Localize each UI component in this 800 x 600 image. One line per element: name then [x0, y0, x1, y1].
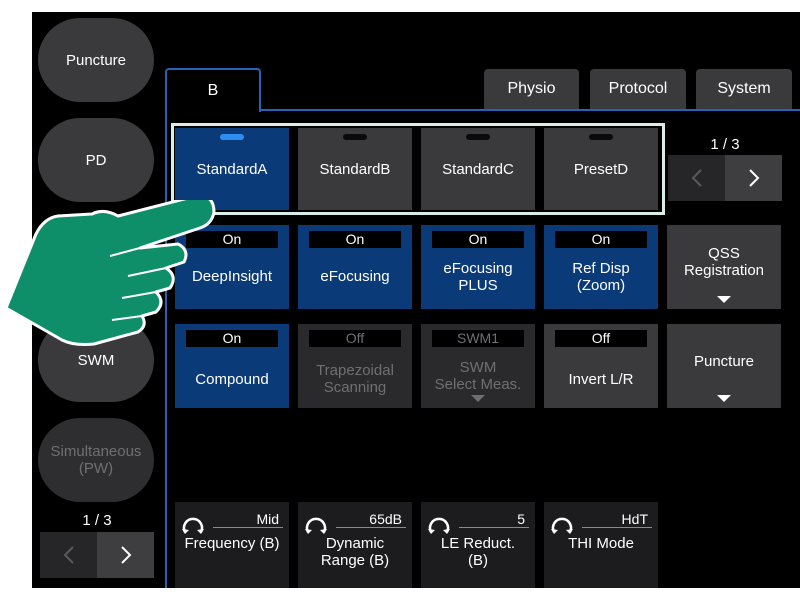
dropdown-triangle-icon [717, 296, 731, 303]
swm-mode-label: SWM [77, 351, 115, 369]
preset-indicator [466, 134, 490, 140]
invert-lr-label: Invert L/R [568, 370, 634, 388]
thi-mode-value: HdT [582, 510, 652, 528]
le-reduct-value: 5 [459, 510, 529, 528]
invert-lr-button[interactable]: Off Invert L/R [544, 324, 658, 408]
trapezoidal-scanning-state: Off [309, 330, 401, 347]
pointing-hand-icon [4, 200, 216, 346]
preset-d-button[interactable]: PresetD [544, 128, 658, 210]
chevron-right-icon [120, 546, 131, 564]
tab-physio[interactable]: Physio [484, 69, 579, 109]
dynamic-range-value: 65dB [336, 510, 406, 528]
frequency-label: Frequency (B) [184, 535, 280, 552]
tab-protocol[interactable]: Protocol [590, 69, 686, 109]
dropdown-triangle-icon [471, 395, 485, 402]
ref-disp-zoom-button[interactable]: On Ref Disp (Zoom) [544, 225, 658, 309]
efocusing-state: On [309, 231, 401, 248]
preset-prev-page-button[interactable] [668, 155, 725, 201]
compound-label: Compound [195, 370, 269, 388]
preset-indicator [343, 134, 367, 140]
chevron-left-icon [691, 169, 702, 187]
tab-b-label: B [207, 82, 219, 99]
frequency-knob[interactable]: Mid Frequency (B) [175, 502, 289, 588]
puncture-side-label: Puncture [693, 352, 755, 370]
left-next-page-button[interactable] [97, 532, 154, 578]
preset-standard-b-button[interactable]: StandardB [298, 128, 412, 210]
preset-label: StandardB [319, 160, 391, 178]
chevron-right-icon [748, 169, 759, 187]
preset-standard-c-button[interactable]: StandardC [421, 128, 535, 210]
ref-disp-zoom-label: Ref Disp (Zoom) [572, 259, 630, 294]
preset-pager [668, 155, 782, 201]
le-reduct-label: LE Reduct. (B) [440, 535, 516, 569]
simultaneous-pw-button[interactable]: Simultaneous (PW) [38, 418, 154, 502]
preset-indicator [589, 134, 613, 140]
knob-icon [305, 517, 327, 534]
simultaneous-pw-label: Simultaneous (PW) [50, 443, 142, 477]
thi-mode-label: THI Mode [568, 535, 634, 552]
left-prev-page-button[interactable] [40, 532, 97, 578]
dropdown-triangle-icon [717, 395, 731, 402]
tab-system[interactable]: System [696, 69, 792, 109]
tab-physio-label: Physio [507, 80, 556, 97]
qss-registration-button[interactable]: QSS Registration [667, 225, 781, 309]
puncture-side-button[interactable]: Puncture [667, 324, 781, 408]
pd-mode-label: PD [85, 151, 107, 169]
trapezoidal-scanning-button[interactable]: Off Trapezoidal Scanning [298, 324, 412, 408]
thi-mode-knob[interactable]: HdT THI Mode [544, 502, 658, 588]
efocusing-plus-label: eFocusing PLUS [443, 259, 513, 294]
invert-lr-state: Off [555, 330, 647, 347]
efocusing-label: eFocusing [320, 268, 390, 285]
preset-next-page-button[interactable] [725, 155, 782, 201]
knob-icon [428, 517, 450, 534]
preset-label: PresetD [573, 160, 629, 178]
preset-standard-a-button[interactable]: StandardA [175, 128, 289, 210]
le-reduct-knob[interactable]: 5 LE Reduct. (B) [421, 502, 535, 588]
preset-label: StandardC [442, 160, 514, 178]
chevron-left-icon [63, 546, 74, 564]
preset-indicator [220, 134, 244, 140]
left-pager [40, 532, 154, 578]
preset-page-indicator: 1 / 3 [710, 136, 740, 153]
efocusing-plus-button[interactable]: On eFocusing PLUS [421, 225, 535, 309]
frequency-value: Mid [213, 510, 283, 528]
preset-label: StandardA [196, 160, 268, 178]
trapezoidal-scanning-label: Trapezoidal Scanning [316, 362, 394, 396]
dynamic-range-label: Dynamic Range (B) [320, 535, 390, 569]
tab-system-label: System [717, 80, 771, 97]
tab-protocol-label: Protocol [608, 80, 668, 97]
left-page-indicator: 1 / 3 [82, 512, 112, 529]
knob-icon [551, 517, 573, 534]
pd-mode-button[interactable]: PD [38, 118, 154, 202]
puncture-mode-label: Puncture [65, 51, 127, 69]
efocusing-plus-state: On [432, 231, 524, 248]
dynamic-range-knob[interactable]: 65dB Dynamic Range (B) [298, 502, 412, 588]
swm-select-meas-label: SWM Select Meas. [434, 359, 522, 393]
ref-disp-zoom-state: On [555, 231, 647, 248]
puncture-mode-button[interactable]: Puncture [38, 18, 154, 102]
knob-icon [182, 517, 204, 534]
tab-b[interactable]: B [165, 68, 261, 112]
swm-select-meas-state: SWM1 [432, 330, 524, 347]
qss-registration-label: QSS Registration [683, 245, 765, 279]
efocusing-button[interactable]: On eFocusing [298, 225, 412, 309]
swm-select-meas-button[interactable]: SWM1 SWM Select Meas. [421, 324, 535, 408]
